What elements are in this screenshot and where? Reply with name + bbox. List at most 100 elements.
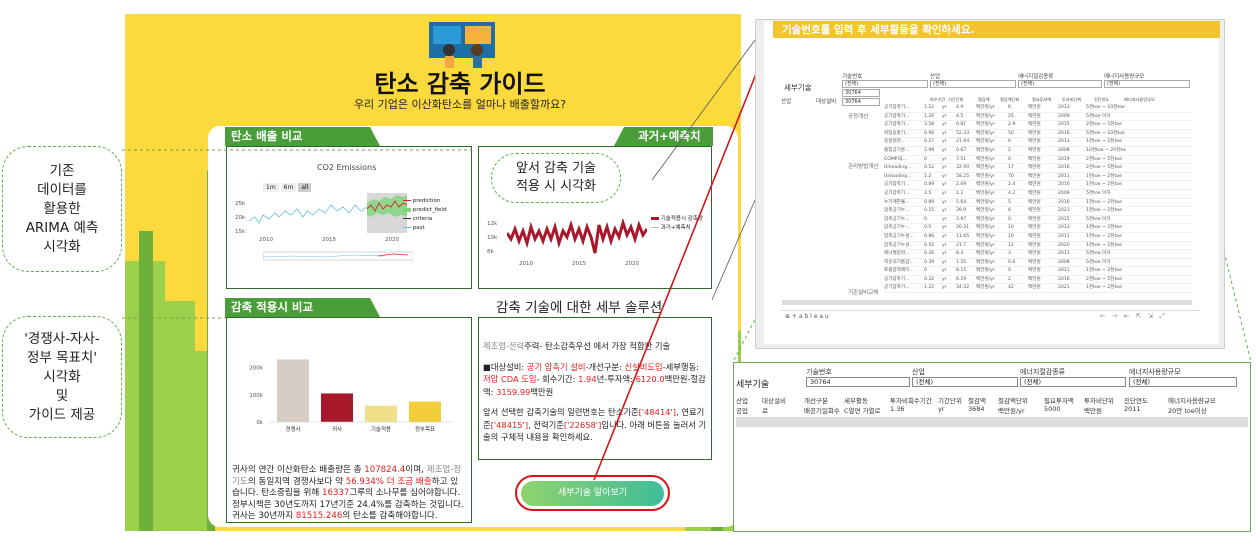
filter-energy-scale[interactable]: (전체) — [1104, 80, 1190, 88]
table-cell: 10천toe ~ 20천toe — [1086, 147, 1126, 153]
table-cell: yr — [942, 113, 947, 119]
x-tick: 2020 — [625, 261, 639, 267]
bar-0[interactable] — [277, 359, 309, 422]
y-tick: 0k — [256, 420, 263, 426]
callout-detail-solution: 감축 기술에 대한 세부 솔루션 — [496, 300, 663, 316]
table-row: 흡입공기온... 2.99 yr 0.67 백만원/yr 2 백만원 2008 10천toe ~… — [884, 147, 1192, 156]
table-cell: 20.31 — [956, 225, 970, 231]
bar-3[interactable] — [409, 401, 441, 422]
zoom-filter-tech-number[interactable]: 30764 — [806, 377, 910, 387]
table-cell: 백만원/yr — [976, 233, 995, 239]
table-cell: 6 — [1008, 105, 1011, 110]
table-cell: 0.32 — [924, 276, 935, 282]
table-cell: 3.97 — [956, 216, 967, 222]
table-cell: yr — [942, 130, 947, 136]
tableau-logo: ⊕ + a b l e a u — [785, 313, 829, 320]
table-cell: 1천toe ~ 2천toe — [1086, 139, 1122, 145]
x-tick: 정부목표 — [415, 426, 435, 433]
table-cell: 백만원/yr — [976, 216, 995, 222]
reduction-bar-chart[interactable]: 200k 100k 0k 경쟁사 귀사 기술적용 정부목표 귀사의 연간 이산화탄소 배출량… — [226, 317, 472, 523]
table-cell: 0.36 — [924, 251, 935, 257]
table-cell: yr — [942, 225, 947, 231]
table-row: 공기압축기... 1.22 yr 34.32 백만원/yr 42 백만원 2021 1천toe … — [884, 284, 1192, 294]
legend-item: criteria — [412, 216, 433, 222]
x-tick: 기술적용 — [371, 425, 391, 433]
table-cell: yr — [942, 199, 947, 205]
table-cell: 70 — [1008, 173, 1014, 179]
row-label: 산업 — [781, 99, 792, 105]
zoom-filter-energy-type[interactable]: (전체) — [1020, 377, 1126, 387]
table-cell: yr — [942, 259, 947, 265]
table-cell: 백만원/yr — [976, 208, 995, 214]
zoom-filter-industry[interactable]: (전체) — [912, 377, 1018, 387]
range-slider[interactable] — [263, 251, 413, 261]
table-cell: 0 — [924, 156, 927, 162]
zoom-column-header: 에너지사용량규모 — [1168, 397, 1216, 405]
table-cell: 0 — [1008, 156, 1011, 162]
table-cell: 백만원 — [1028, 147, 1041, 153]
table-cell: 0.5 — [924, 225, 932, 231]
table-cell: 3 — [1008, 251, 1011, 257]
table-cell: 7.51 — [956, 156, 967, 162]
table-cell: 백만원/yr — [976, 130, 995, 136]
table-cell: 2011 — [1058, 251, 1070, 257]
zoom-cell: 배공기일회수 — [804, 407, 840, 415]
zoom-cell: 1.36 — [890, 405, 905, 413]
table-cell: 백만원 — [1028, 259, 1041, 265]
filter-tech-number[interactable]: (전체) — [842, 80, 928, 88]
table-cell: 2016 — [1058, 165, 1070, 171]
table-cell: yr — [942, 139, 947, 145]
reduction-line-chart[interactable]: 앞서 감축 기술 적용 시 시각화 12k 10k 8k 기술적용시 감축량 과… — [478, 146, 712, 289]
table-cell: 백만원 — [1028, 122, 1041, 128]
table-row: 에너절압력... 0.36 yr 8.3 백만원/yr 3 백만원 2011 5천toe 이하 — [884, 250, 1192, 259]
table-cell: 압축공기누설... — [884, 233, 914, 239]
x-tick: 2010 — [259, 237, 273, 243]
table-row: 압축공기누... 0.5 yr 20.31 백만원/yr 10 백만원 2013 1천toe ~… — [884, 224, 1192, 233]
table-cell: yr — [942, 233, 947, 239]
zoom-cell: 백만원/yr — [998, 407, 1025, 415]
zoom-cell: yr — [938, 405, 945, 413]
y-tick: 15k — [235, 229, 246, 235]
table-cell: 4.2 — [1008, 190, 1016, 196]
table-cell: 2008 — [1058, 147, 1070, 153]
table-row: 용량원관... 0.27 yr 21.94 백만원/yr 6 백만원 2013 1천toe ~ … — [884, 138, 1192, 147]
zoom-filter-energy-scale[interactable]: (전체) — [1129, 377, 1237, 387]
table-cell: 0 — [924, 268, 927, 274]
zoom-cell: C열연 가열로 — [844, 407, 881, 415]
table-cell: 백만원/yr — [976, 139, 995, 145]
table-cell: 2016 — [1058, 182, 1070, 188]
table-cell: 0.27 — [924, 139, 935, 145]
detail-tech-button[interactable]: 세부기술 알아보기 — [521, 481, 664, 506]
y-tick: 12k — [487, 221, 498, 227]
filter-industry[interactable]: (전체) — [930, 80, 1016, 88]
table-cell: 2천toe ~ 5천toe — [1086, 156, 1122, 162]
table-cell: 공기압축기... — [884, 182, 910, 188]
table-cell: 2015 — [1058, 216, 1070, 222]
filter-label: 기술번호 — [842, 74, 863, 80]
dropdown-option[interactable]: 30764 — [842, 89, 880, 97]
table-cell: 2천toe ~ 5천toe — [1086, 165, 1122, 171]
filter-energy-type[interactable]: (전체) — [1018, 80, 1102, 88]
table-cell: 누기계한율... — [884, 199, 910, 205]
zoom-scrollbar[interactable] — [736, 417, 1248, 427]
table-cell: 피팅송풍기... — [884, 130, 910, 136]
table-cell: yr — [942, 173, 947, 179]
table-row: 압축공기누설... 0.55 yr 21.7 백만원/yr 12 백만원 2020 1천toe … — [884, 242, 1192, 251]
dropdown-option[interactable]: 30764 — [842, 98, 880, 106]
zoom-column-header: 세부활동 — [844, 397, 868, 405]
table-cell: 32.90 — [956, 165, 970, 171]
table-cell: yr — [942, 156, 947, 162]
zoom-cell: 5000 — [1044, 405, 1061, 413]
bar-1[interactable] — [321, 393, 353, 422]
table-cell: 2.4 — [1008, 182, 1016, 188]
zoom-cell: 백만원 — [1084, 407, 1102, 415]
table-cell: 2천toe ~ 5천toe — [1086, 276, 1122, 282]
tableau-toolbar-icons[interactable]: ←→⇤⇱⇲⤢ — [1100, 312, 1171, 321]
table-row: 피팅송풍기... 0.96 yr 52.33 백만원/yr 50 백만원 2016 5천toe … — [884, 130, 1192, 139]
bar-2[interactable] — [365, 405, 397, 422]
table-cell: 적운의기흡압... — [884, 259, 914, 265]
table-cell: 백만원/yr — [976, 156, 995, 162]
table-cell: 34.32 — [956, 285, 970, 291]
tableau-scrollbar[interactable] — [782, 300, 1192, 305]
co2-emissions-chart[interactable]: CO2 Emissions 1m 6m all 25k 20k 15k pred… — [226, 146, 472, 289]
